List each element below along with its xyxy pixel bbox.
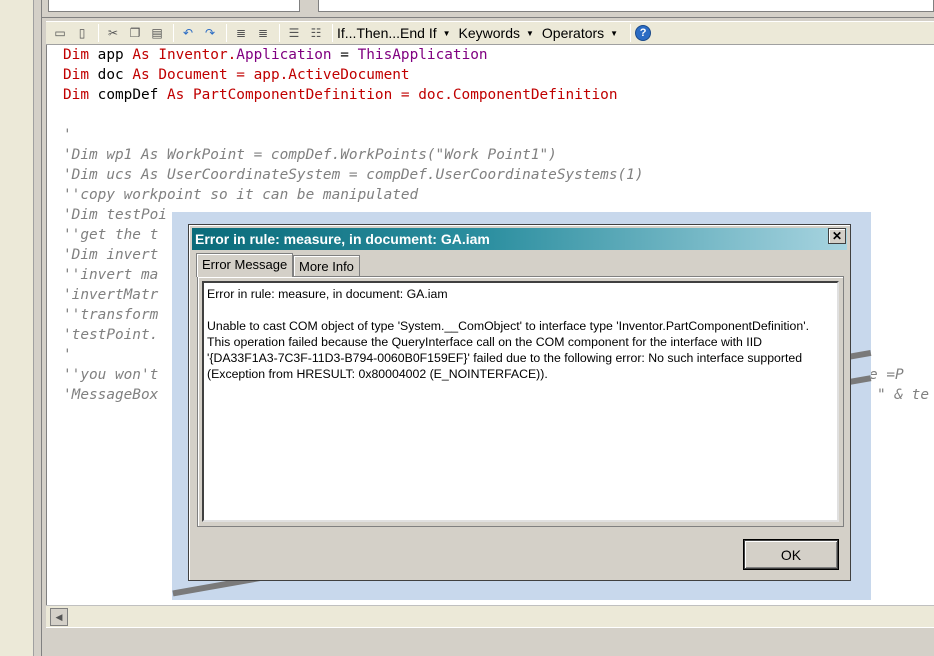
code-text: Document = app.ActiveDocument <box>149 67 410 83</box>
top-field-left[interactable] <box>48 0 300 12</box>
editor-toolbar: ▭ ▯ ✂ ❐ ▤ ↶ ↷ ≣ ≣ ☰ ☷ If...Then...End If… <box>46 21 934 45</box>
identifier: ThisApplication <box>357 47 488 63</box>
if-then-label: If...Then...End If <box>337 25 437 41</box>
keyword: As <box>166 87 185 103</box>
operator: = <box>331 47 358 63</box>
code-line-3: Dim compDef As PartComponentDefinition =… <box>63 85 618 105</box>
ilogic-editor-window: ▭ ▯ ✂ ❐ ▤ ↶ ↷ ≣ ≣ ☰ ☷ If...Then...End If… <box>0 0 934 656</box>
outdent-icon[interactable]: ≣ <box>253 23 273 43</box>
toolbar-separator <box>226 24 227 42</box>
comment-line: 'Dim ucs As UserCoordinateSystem = compD… <box>63 167 644 183</box>
comment-line: ''you won't <box>63 367 159 383</box>
if-then-menu[interactable]: If...Then...End If ▼ <box>337 25 451 41</box>
chevron-down-icon: ▼ <box>526 28 534 38</box>
error-header: Error in rule: measure, in document: GA.… <box>207 287 448 301</box>
keywords-label: Keywords <box>458 25 520 41</box>
indent-icon[interactable]: ≣ <box>231 23 251 43</box>
print-icon[interactable]: ▭ <box>50 23 70 43</box>
error-dialog: Error in rule: measure, in document: GA.… <box>188 224 851 581</box>
code-line-1: Dim app As Inventor.Application = ThisAp… <box>63 45 488 65</box>
bottom-bar <box>46 627 934 656</box>
tab-panel: Error in rule: measure, in document: GA.… <box>197 276 844 527</box>
comment-fragment: " & te <box>877 387 929 403</box>
keyword: As <box>132 47 150 63</box>
cut-icon[interactable]: ✂ <box>103 23 123 43</box>
splitter[interactable] <box>34 0 42 656</box>
toolbar-separator <box>630 24 632 42</box>
tab-error-message[interactable]: Error Message <box>196 253 294 277</box>
chevron-down-icon: ▼ <box>442 28 451 38</box>
identifier: doc <box>89 67 133 83</box>
keywords-menu[interactable]: Keywords ▼ <box>459 25 534 41</box>
toolbar-separator <box>173 24 174 42</box>
comment-line: ' <box>63 127 72 143</box>
comment-line: 'testPoint. <box>63 327 159 343</box>
comment-line: 'Dim invert <box>63 247 159 263</box>
comment-line: ''copy workpoint so it can be manipulate… <box>63 187 419 203</box>
keyword: Dim <box>63 87 89 103</box>
scroll-left-icon[interactable]: ◀ <box>50 608 68 626</box>
keyword: As <box>132 67 150 83</box>
keyword: Dim <box>63 47 89 63</box>
identifier: app <box>89 47 133 63</box>
undo-icon[interactable]: ↶ <box>178 23 198 43</box>
comment-line: ''transform <box>63 307 159 323</box>
comment-line: 'Dim testPoi <box>63 207 167 223</box>
close-icon[interactable]: ✕ <box>828 228 846 244</box>
uncomment-icon[interactable]: ☷ <box>306 23 326 43</box>
comment-fragment: e =P <box>869 367 904 383</box>
operators-label: Operators <box>541 25 605 41</box>
code-line-2: Dim doc As Document = app.ActiveDocument <box>63 65 410 85</box>
dialog-title: Error in rule: measure, in document: GA.… <box>192 228 847 250</box>
comment-line: 'MessageBox <box>63 387 159 403</box>
toolbar-separator <box>332 24 333 42</box>
type-name: Application <box>236 47 332 63</box>
tab-more-info[interactable]: More Info <box>293 255 360 277</box>
error-body: Unable to cast COM object of type 'Syste… <box>207 319 809 381</box>
comment-line: ''invert ma <box>63 267 159 283</box>
code-text: PartComponentDefinition = doc.ComponentD… <box>184 87 618 103</box>
identifier: compDef <box>89 87 167 103</box>
comment-icon[interactable]: ☰ <box>284 23 304 43</box>
comment-line: ' <box>63 347 72 363</box>
chevron-down-icon: ▼ <box>610 28 619 38</box>
comment-line: ''get the t <box>63 227 159 243</box>
comment-line: 'Dim wp1 As WorkPoint = compDef.WorkPoin… <box>63 147 557 163</box>
toolbar-separator <box>98 24 99 42</box>
type-name: Inventor. <box>149 47 237 63</box>
paste-icon[interactable]: ▤ <box>147 23 167 43</box>
copy-icon[interactable]: ❐ <box>125 23 145 43</box>
error-message-box[interactable]: Error in rule: measure, in document: GA.… <box>202 281 839 522</box>
redo-icon[interactable]: ↷ <box>200 23 220 43</box>
horizontal-scrollbar[interactable]: ◀ <box>46 605 934 627</box>
ok-button[interactable]: OK <box>743 539 839 570</box>
left-panel <box>0 0 34 656</box>
preview-icon[interactable]: ▯ <box>72 23 92 43</box>
toolbar-separator <box>279 24 280 42</box>
keyword: Dim <box>63 67 89 83</box>
top-field-right[interactable] <box>318 0 934 12</box>
operators-menu[interactable]: Operators ▼ <box>542 25 618 41</box>
help-icon[interactable]: ? <box>635 25 652 41</box>
comment-line: 'invertMatr <box>63 287 159 303</box>
